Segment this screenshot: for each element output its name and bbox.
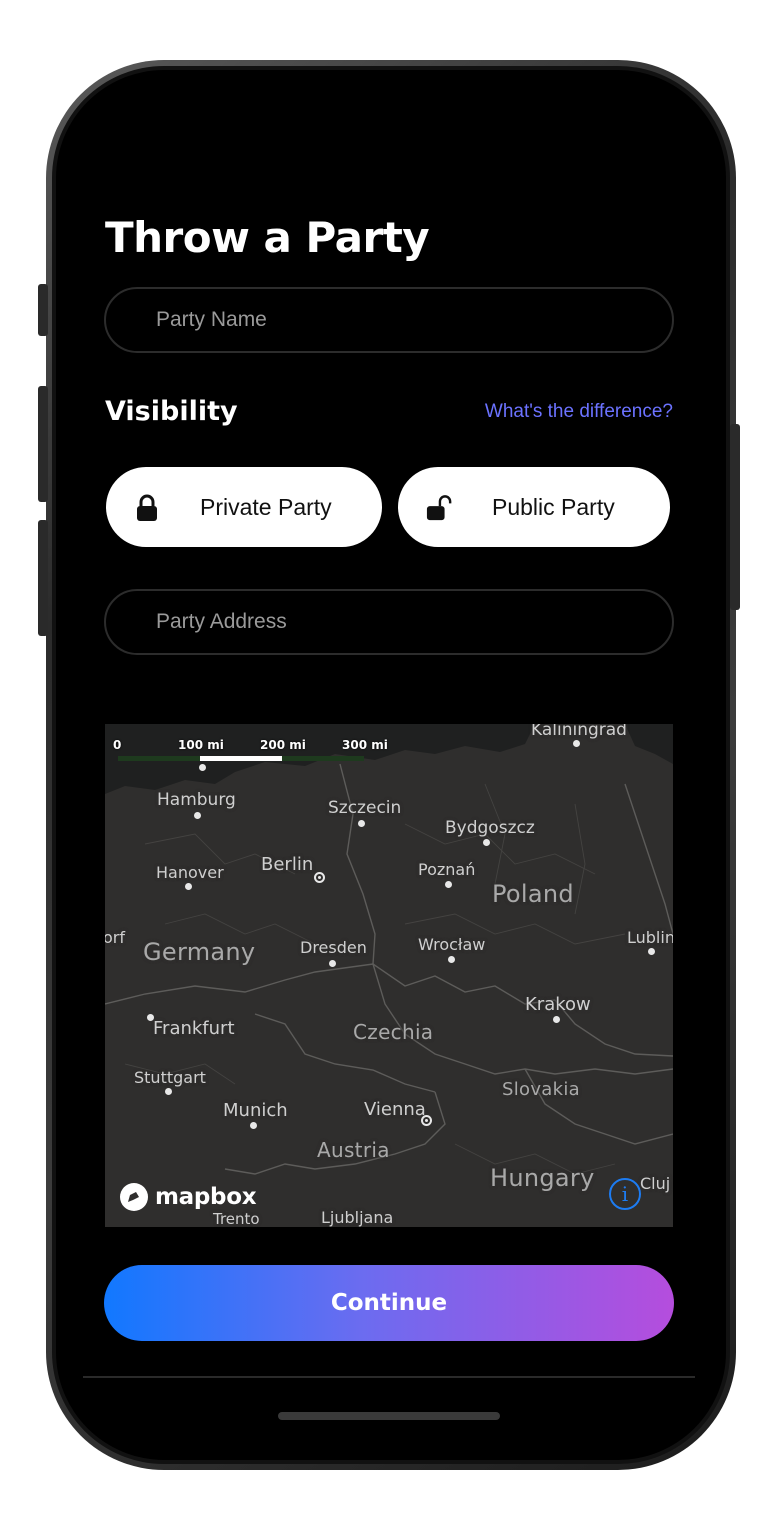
city-dot (199, 764, 206, 771)
unlock-icon (426, 492, 452, 522)
city-dot (185, 883, 192, 890)
map-country-label: Slovakia (502, 1079, 580, 1100)
map-city-label: Ljubljana (321, 1208, 394, 1227)
volume-down-button (38, 520, 48, 636)
map-city-label: Trento (213, 1210, 260, 1227)
city-dot (573, 740, 580, 747)
city-dot (445, 881, 452, 888)
map-scale-label: 300 mi (342, 738, 388, 752)
capital-marker (421, 1115, 432, 1126)
map-city-label: Frankfurt (153, 1018, 235, 1039)
party-name-input[interactable] (104, 287, 674, 353)
map-scale-label: 200 mi (260, 738, 306, 752)
city-dot (483, 839, 490, 846)
map-city-label: Munich (223, 1100, 288, 1121)
map-view[interactable]: 0 100 mi 200 mi 300 mi Germany Poland Cz… (105, 724, 673, 1227)
public-party-button[interactable]: Public Party (398, 467, 670, 547)
home-indicator (278, 1412, 500, 1420)
city-dot (147, 1014, 154, 1021)
map-city-label: Krakow (525, 994, 591, 1015)
map-city-label: Berlin (261, 854, 314, 875)
map-city-label: Poznań (418, 860, 476, 879)
city-dot (165, 1088, 172, 1095)
city-dot (358, 820, 365, 827)
silent-switch (38, 284, 48, 336)
mapbox-logo: mapbox (119, 1182, 257, 1212)
page: Throw a Party Visibility What's the diff… (0, 0, 778, 1528)
map-city-label: Hamburg (157, 790, 236, 810)
lock-icon (134, 492, 160, 522)
city-dot (448, 956, 455, 963)
map-city-label: Dresden (300, 938, 367, 957)
city-dot (553, 1016, 560, 1023)
map-info-button[interactable]: i (609, 1178, 641, 1210)
city-dot (194, 812, 201, 819)
map-city-label: Vienna (364, 1099, 426, 1120)
map-city-label: Cluj (640, 1174, 671, 1193)
visibility-heading: Visibility (105, 396, 238, 427)
private-party-label: Private Party (200, 493, 332, 520)
mapbox-icon (120, 1183, 148, 1211)
map-city-label: Szczecin (328, 798, 402, 818)
power-button (730, 424, 740, 610)
map-country-label: Germany (143, 938, 256, 966)
map-scale-label: 100 mi (178, 738, 224, 752)
map-country-label: Poland (492, 880, 574, 908)
map-country-label: Czechia (353, 1020, 434, 1044)
mapbox-wordmark: mapbox (155, 1184, 257, 1210)
continue-button[interactable]: Continue (104, 1265, 674, 1341)
city-dot (250, 1122, 257, 1129)
capital-marker (314, 872, 325, 883)
city-dot (329, 960, 336, 967)
public-party-label: Public Party (492, 493, 615, 520)
map-city-label: orf (105, 928, 125, 947)
map-city-label: Wrocław (418, 935, 486, 954)
page-title: Throw a Party (105, 213, 430, 262)
phone-screen: Throw a Party Visibility What's the diff… (56, 70, 726, 1460)
map-city-label: Hanover (156, 863, 224, 882)
map-city-label: Stuttgart (134, 1068, 206, 1087)
map-scale-label: 0 (113, 738, 122, 752)
map-city-label: Lublin (627, 928, 673, 947)
map-city-label: Bydgoszcz (445, 818, 535, 838)
bottom-divider (83, 1376, 695, 1378)
private-party-button[interactable]: Private Party (106, 467, 382, 547)
map-city-label: Kaliningrad (531, 724, 627, 740)
map-country-label: Austria (317, 1138, 390, 1162)
map-country-label: Hungary (490, 1164, 595, 1192)
volume-up-button (38, 386, 48, 502)
city-dot (648, 948, 655, 955)
whats-the-difference-link[interactable]: What's the difference? (485, 400, 673, 424)
party-address-input[interactable] (104, 589, 674, 655)
